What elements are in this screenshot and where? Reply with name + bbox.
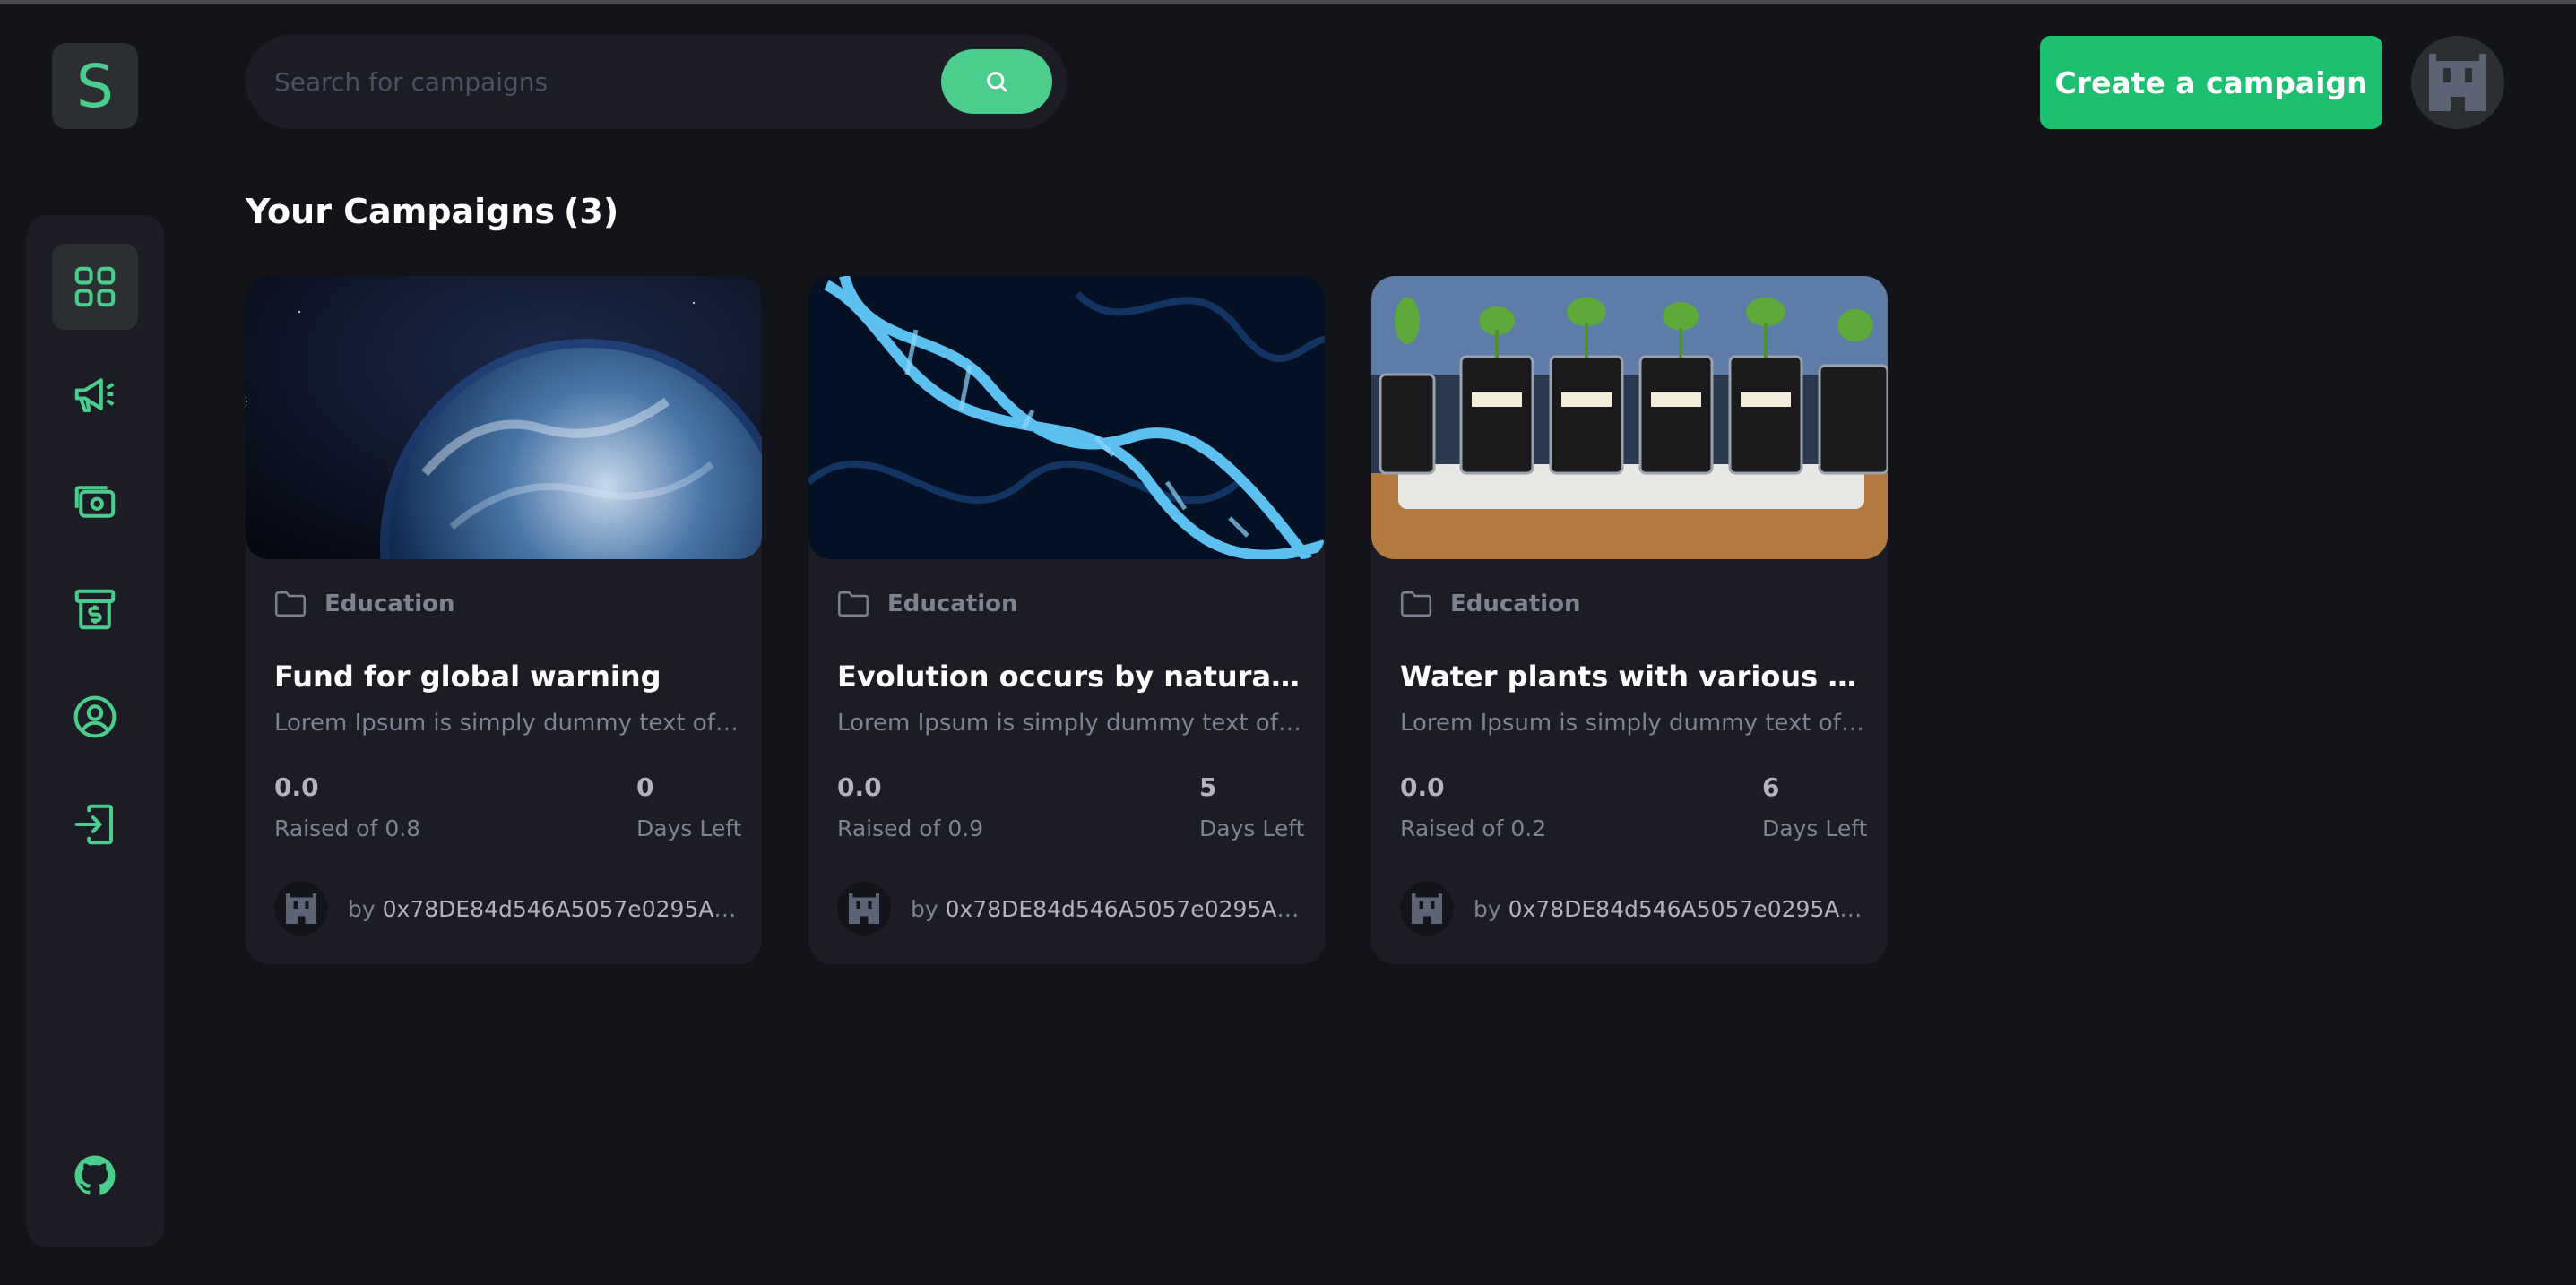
user-avatar[interactable]	[2411, 36, 2504, 129]
page-title: Your Campaigns (3)	[246, 192, 618, 231]
days-left-label: Days Left	[1199, 815, 1305, 841]
owner-text: by 0x78DE84d546A5057e0295A6f7...	[911, 896, 1312, 922]
campaign-image-earth	[246, 276, 762, 559]
campaign-image-dna	[808, 276, 1325, 559]
sidebar-item-campaign[interactable]	[52, 351, 138, 437]
sidebar-item-dashboard[interactable]	[52, 244, 138, 330]
withdraw-icon	[74, 589, 116, 630]
campaign-card[interactable]: Education Water plants with various liqu…	[1371, 276, 1888, 964]
app-logo[interactable]: S	[52, 43, 138, 129]
folder-icon	[275, 591, 306, 617]
campaign-description: Lorem Ipsum is simply dummy text of the …	[837, 710, 1303, 737]
days-left-value: 6	[1762, 772, 1780, 802]
amount-raised: 0.0	[1400, 772, 1445, 802]
sidebar-item-github[interactable]	[52, 1133, 138, 1219]
sidebar	[26, 215, 164, 1247]
search-input[interactable]	[274, 59, 902, 104]
campaign-description: Lorem Ipsum is simply dummy text of the …	[274, 710, 740, 737]
days-left-value: 0	[636, 772, 654, 802]
owner-address: 0x78DE84d546A5057e0295A6f7...	[382, 895, 749, 922]
amount-raised: 0.0	[274, 772, 319, 802]
owner-avatar	[274, 882, 328, 936]
payment-icon	[74, 486, 116, 518]
logout-icon	[74, 804, 114, 845]
sidebar-item-payment[interactable]	[52, 459, 138, 545]
campaign-count: (3)	[564, 192, 619, 231]
sidebar-item-profile[interactable]	[52, 674, 138, 760]
campaign-owner: by 0x78DE84d546A5057e0295A6f7...	[837, 882, 1312, 936]
owner-address: 0x78DE84d546A5057e0295A6f7...	[1508, 895, 1875, 922]
search-icon	[987, 72, 1007, 92]
campaign-title: Evolution occurs by natural selection	[837, 660, 1303, 694]
sidebar-item-logout[interactable]	[52, 781, 138, 867]
owner-avatar	[837, 882, 891, 936]
create-campaign-button[interactable]: Create a campaign	[2040, 36, 2382, 129]
pixel-avatar-icon	[849, 893, 879, 924]
dashboard-grid-icon	[74, 266, 116, 307]
logo-letter: S	[76, 51, 114, 121]
pixel-avatar-icon	[1412, 893, 1442, 924]
folder-icon	[838, 591, 869, 617]
campaign-title: Fund for global warning	[274, 660, 661, 694]
category-label: Education	[887, 591, 1018, 617]
days-left-label: Days Left	[636, 815, 742, 841]
campaign-card[interactable]: Education Evolution occurs by natural se…	[808, 276, 1325, 964]
page-title-text: Your Campaigns	[246, 192, 556, 231]
days-left-label: Days Left	[1762, 815, 1868, 841]
search-bar	[246, 34, 1067, 129]
category-label: Education	[324, 591, 455, 617]
category-row: Education	[1400, 590, 1581, 618]
campaign-owner: by 0x78DE84d546A5057e0295A6f7...	[1400, 882, 1875, 936]
days-left-value: 5	[1199, 772, 1217, 802]
campaign-image-plants	[1371, 276, 1888, 559]
amount-raised: 0.0	[837, 772, 882, 802]
owner-text: by 0x78DE84d546A5057e0295A6f7...	[1474, 896, 1875, 922]
pixel-avatar-icon	[2429, 54, 2486, 111]
owner-address: 0x78DE84d546A5057e0295A6f7...	[945, 895, 1312, 922]
pixel-avatar-icon	[286, 893, 316, 924]
category-row: Education	[837, 590, 1018, 618]
owner-text: by 0x78DE84d546A5057e0295A6f7...	[348, 896, 749, 922]
by-label: by	[1474, 895, 1501, 922]
github-icon	[74, 1155, 116, 1195]
search-button[interactable]	[941, 49, 1052, 114]
campaign-description: Lorem Ipsum is simply dummy text of the …	[1400, 710, 1866, 737]
category-row: Education	[274, 590, 455, 618]
by-label: by	[911, 895, 938, 922]
sidebar-item-withdraw[interactable]	[52, 566, 138, 652]
campaign-owner: by 0x78DE84d546A5057e0295A6f7...	[274, 882, 749, 936]
raised-of-label: Raised of 0.2	[1400, 815, 1547, 841]
raised-of-label: Raised of 0.8	[274, 815, 421, 841]
profile-icon	[73, 695, 117, 738]
megaphone-icon	[74, 378, 115, 413]
campaign-title: Water plants with various liquids	[1400, 660, 1866, 694]
owner-avatar	[1400, 882, 1454, 936]
category-label: Education	[1450, 591, 1581, 617]
raised-of-label: Raised of 0.9	[837, 815, 984, 841]
campaign-card[interactable]: Education Fund for global warning Lorem …	[246, 276, 762, 964]
folder-icon	[1401, 591, 1431, 617]
by-label: by	[348, 895, 376, 922]
